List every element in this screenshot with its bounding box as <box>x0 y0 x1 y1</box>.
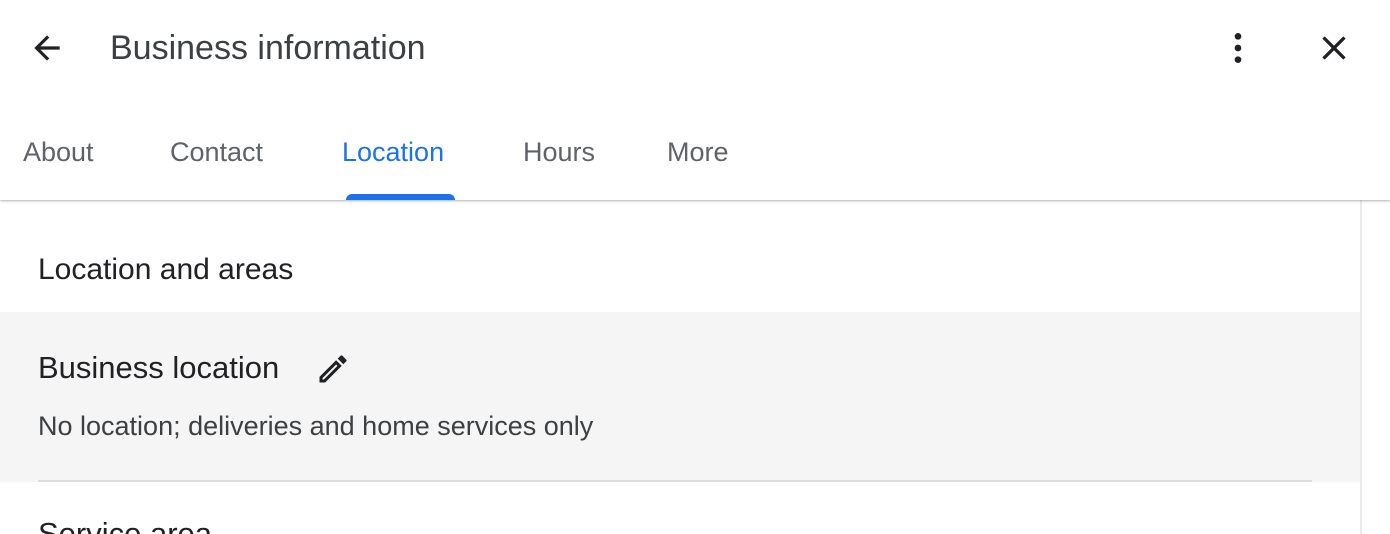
more-vert-icon <box>1234 33 1242 63</box>
tab-about[interactable]: About <box>23 120 107 200</box>
tab-location[interactable]: Location <box>342 120 459 200</box>
active-tab-indicator <box>346 194 455 200</box>
pencil-edit-icon <box>319 355 347 383</box>
arrow-back-icon <box>34 35 60 61</box>
tab-label: About <box>23 137 94 167</box>
tab-label: Location <box>342 137 445 167</box>
tab-label: Hours <box>523 137 596 167</box>
tab-label: Contact <box>170 137 264 167</box>
business-location-row[interactable]: Business location No location; deliverie… <box>0 312 1360 482</box>
tab-label: More <box>667 137 729 167</box>
close-button[interactable] <box>1308 24 1360 72</box>
tab-more[interactable]: More <box>667 120 739 200</box>
dialog-header: Business information About Contact Locat… <box>0 0 1390 200</box>
scrollbar[interactable] <box>1360 200 1390 534</box>
business-location-value: No location; deliveries and home service… <box>38 411 594 441</box>
tab-bar: About Contact Location Hours More <box>0 120 900 200</box>
business-information-dialog: Business information About Contact Locat… <box>0 0 1390 534</box>
tab-hours[interactable]: Hours <box>523 120 605 200</box>
location-panel: Location and areas Business location No … <box>0 200 1360 534</box>
dialog-title: Business information <box>110 29 426 67</box>
more-options-button[interactable] <box>1214 24 1262 72</box>
back-button[interactable] <box>22 24 72 72</box>
tab-contact[interactable]: Contact <box>170 120 280 200</box>
section-title: Location and areas <box>38 253 294 286</box>
service-area-label[interactable]: Service area <box>38 514 212 534</box>
edit-business-location-button[interactable] <box>314 350 352 388</box>
close-icon <box>1322 36 1346 60</box>
business-location-label: Business location <box>38 350 280 385</box>
divider <box>38 480 1312 482</box>
